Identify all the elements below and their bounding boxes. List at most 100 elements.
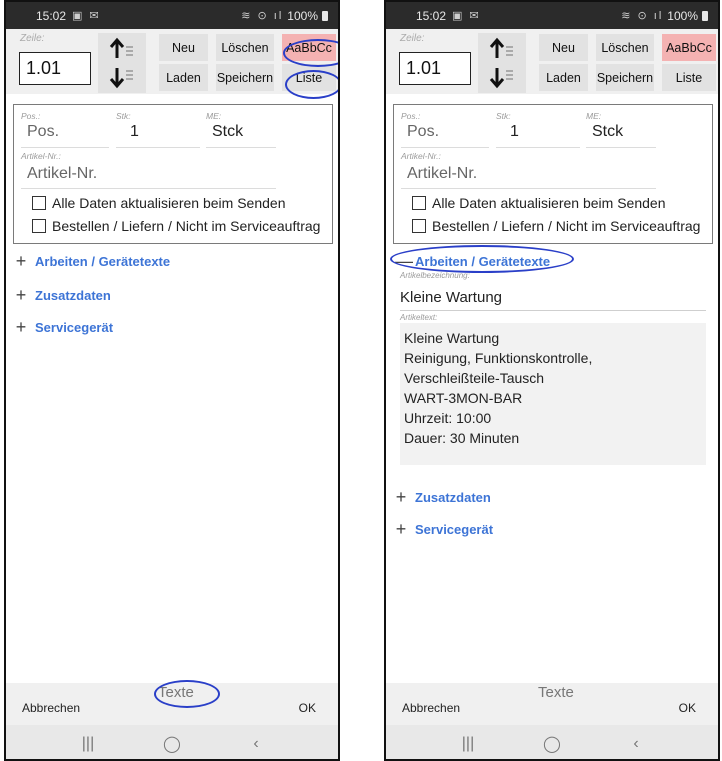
section-arbeiten[interactable]: + Arbeiten / Gerätetexte <box>15 252 170 270</box>
checkbox-bestellen[interactable]: Bestellen / Liefern / Nicht im Serviceau… <box>32 218 320 234</box>
abbrechen-button[interactable]: Abbrechen <box>402 701 460 715</box>
speichern-button[interactable]: Speichern <box>216 64 274 91</box>
checkbox-box[interactable] <box>412 219 426 233</box>
line-up-button[interactable] <box>478 33 526 63</box>
checkbox-label: Bestellen / Liefern / Nicht im Serviceau… <box>432 218 701 234</box>
phone-screen-expanded: 15:02 ▣ ✉ ≋ ⊙ ıl 100% Zeile: 1.01 Neu La… <box>384 0 720 761</box>
section-zusatzdaten[interactable]: + Zusatzdaten <box>395 488 491 506</box>
artikelbezeichnung-input[interactable]: Kleine Wartung <box>400 289 502 306</box>
section-arbeiten[interactable]: — Arbeiten / Gerätetexte <box>395 252 550 270</box>
stk-input[interactable]: 1 <box>510 123 519 141</box>
zeile-input[interactable]: 1.01 <box>399 52 471 85</box>
stk-label: Stk: <box>116 111 131 121</box>
phone-screen-collapsed: 15:02 ▣ ✉ ≋ ⊙ ıl 100% Zeile: 1.01 Neu La… <box>4 0 340 761</box>
checkbox-aktualisieren[interactable]: Alle Daten aktualisieren beim Senden <box>412 195 665 211</box>
laden-button[interactable]: Laden <box>159 64 208 91</box>
expand-icon: + <box>15 285 27 305</box>
status-bar: 15:02 ▣ ✉ ≋ ⊙ ıl 100% <box>6 2 338 29</box>
checkbox-label: Bestellen / Liefern / Nicht im Serviceau… <box>52 218 321 234</box>
battery-icon <box>702 10 708 21</box>
bottom-bar: Abbrechen Texte OK <box>386 683 718 725</box>
toolbar: Zeile: 1.01 Neu Laden Löschen Speichern … <box>6 29 338 94</box>
texte-button[interactable]: Texte <box>538 684 574 701</box>
artikeltext-line: Verschleißteile-Tausch <box>404 370 545 386</box>
texte-button[interactable]: Texte <box>158 684 194 701</box>
liste-button[interactable]: Liste <box>662 64 716 91</box>
pos-input[interactable]: Pos. <box>407 123 439 141</box>
pos-label: Pos.: <box>401 111 421 121</box>
me-input[interactable]: Stck <box>592 123 623 141</box>
artikeltext-label: Artikeltext: <box>400 313 438 322</box>
artikel-underline <box>401 188 656 189</box>
speichern-button[interactable]: Speichern <box>596 64 654 91</box>
checkbox-aktualisieren[interactable]: Alle Daten aktualisieren beim Senden <box>32 195 285 211</box>
checkbox-label: Alle Daten aktualisieren beim Senden <box>432 195 666 211</box>
zeile-input[interactable]: 1.01 <box>19 52 91 85</box>
checkbox-box[interactable] <box>32 196 46 210</box>
line-down-button[interactable] <box>478 63 526 93</box>
section-title: Arbeiten / Gerätetexte <box>35 253 171 269</box>
line-down-button[interactable] <box>98 63 146 93</box>
section-servicegeraet[interactable]: + Servicegerät <box>395 520 493 538</box>
section-servicegeraet[interactable]: + Servicegerät <box>15 318 113 336</box>
stk-underline <box>496 147 580 148</box>
zeile-label: Zeile: <box>400 33 425 44</box>
text-style-button[interactable]: AaBbCc <box>282 34 336 61</box>
back-icon[interactable]: ‹ <box>241 729 271 759</box>
artikel-input[interactable]: Artikel-Nr. <box>27 165 97 183</box>
artikelbezeichnung-label: Artikelbezeichnung: <box>400 271 470 280</box>
expand-icon: + <box>395 487 407 507</box>
section-title: Zusatzdaten <box>35 287 111 303</box>
stk-label: Stk: <box>496 111 511 121</box>
artikel-label: Artikel-Nr.: <box>401 151 441 161</box>
artikeltext-line: Reinigung, Funktionskontrolle, <box>404 350 593 366</box>
section-title: Servicegerät <box>415 521 494 537</box>
bottom-bar: Abbrechen Texte OK <box>6 683 338 725</box>
loeschen-button[interactable]: Löschen <box>216 34 274 61</box>
ok-button[interactable]: OK <box>679 701 696 715</box>
signal-icon: ≋ ⊙ ıl <box>241 10 284 22</box>
checkbox-box[interactable] <box>32 219 46 233</box>
back-icon[interactable]: ‹ <box>621 729 651 759</box>
recents-icon[interactable]: ||| <box>73 729 103 759</box>
ok-button[interactable]: OK <box>299 701 316 715</box>
artikelbezeichnung-underline <box>400 310 706 311</box>
line-up-button[interactable] <box>98 33 146 63</box>
recents-icon[interactable]: ||| <box>453 729 483 759</box>
stk-input[interactable]: 1 <box>130 123 139 141</box>
position-form: Pos.: Pos. Stk: 1 ME: Stck Artikel-Nr.: … <box>393 104 713 244</box>
abbrechen-button[interactable]: Abbrechen <box>22 701 80 715</box>
section-title: Servicegerät <box>35 319 114 335</box>
notification-icons: ▣ ✉ <box>72 10 101 22</box>
home-icon[interactable]: ◯ <box>537 729 567 759</box>
expand-icon: + <box>15 317 27 337</box>
battery-icon <box>322 10 328 21</box>
laden-button[interactable]: Laden <box>539 64 588 91</box>
collapse-icon: — <box>395 251 413 271</box>
pos-underline <box>401 147 489 148</box>
me-input[interactable]: Stck <box>212 123 243 141</box>
checkbox-box[interactable] <box>412 196 426 210</box>
text-style-button[interactable]: AaBbCc <box>662 34 716 61</box>
checkbox-bestellen[interactable]: Bestellen / Liefern / Nicht im Serviceau… <box>412 218 700 234</box>
artikel-input[interactable]: Artikel-Nr. <box>407 165 477 183</box>
home-icon[interactable]: ◯ <box>157 729 187 759</box>
artikel-label: Artikel-Nr.: <box>21 151 61 161</box>
status-bar: 15:02 ▣ ✉ ≋ ⊙ ıl 100% <box>386 2 718 29</box>
section-zusatzdaten[interactable]: + Zusatzdaten <box>15 286 111 304</box>
expand-icon: + <box>15 251 27 271</box>
artikeltext-line: Kleine Wartung <box>404 330 500 346</box>
liste-button[interactable]: Liste <box>282 64 336 91</box>
notification-icons: ▣ ✉ <box>452 10 481 22</box>
checkbox-label: Alle Daten aktualisieren beim Senden <box>52 195 286 211</box>
pos-input[interactable]: Pos. <box>27 123 59 141</box>
status-time: 15:02 <box>36 8 67 23</box>
neu-button[interactable]: Neu <box>159 34 208 61</box>
section-title: Zusatzdaten <box>415 489 491 505</box>
me-label: ME: <box>206 111 222 121</box>
artikeltext-textarea[interactable]: Kleine Wartung Reinigung, Funktionskontr… <box>400 323 706 465</box>
loeschen-button[interactable]: Löschen <box>596 34 654 61</box>
me-label: ME: <box>586 111 602 121</box>
toolbar: Zeile: 1.01 Neu Laden Löschen Speichern … <box>386 29 718 94</box>
neu-button[interactable]: Neu <box>539 34 588 61</box>
